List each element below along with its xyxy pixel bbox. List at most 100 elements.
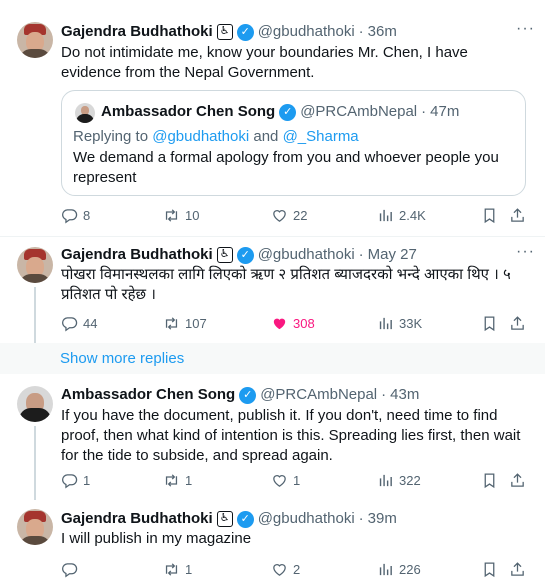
share-button[interactable] — [509, 470, 526, 490]
quoted-header: Ambassador Chen Song ✓ @PRCAmbNepal · 47… — [101, 103, 460, 121]
thread-line — [34, 287, 36, 343]
replying-to: Replying to @gbudhathoki and @_Sharma — [73, 128, 359, 145]
share-icon — [509, 315, 526, 332]
reply-button[interactable]: 44 — [61, 313, 97, 333]
bookmark-icon — [481, 472, 498, 489]
views-button[interactable]: 322 — [377, 470, 421, 490]
tweet-4[interactable]: Gajendra Budhathoki ♿ ✓ @gbudhathoki · 3… — [0, 500, 545, 581]
verified-badge-icon: ✓ — [239, 386, 257, 404]
share-button[interactable] — [509, 559, 526, 579]
views-icon — [377, 207, 394, 224]
quoted-author-name: Ambassador Chen Song — [101, 103, 276, 120]
avatar[interactable] — [17, 386, 53, 422]
share-button[interactable] — [509, 205, 526, 225]
thread-line — [34, 426, 36, 500]
tweet-text: पोखरा विमानस्थलका लागि लिएको ऋण २ प्रतिश… — [61, 266, 511, 303]
avatar[interactable] — [17, 509, 53, 545]
heart-filled-icon — [271, 315, 288, 332]
repost-button[interactable]: 1 — [163, 559, 192, 579]
share-icon — [509, 207, 526, 224]
bookmark-icon — [481, 315, 498, 332]
tweet-1[interactable]: Gajendra Budhathoki ♿ ✓ @gbudhathoki · 3… — [0, 0, 545, 240]
tweet-header: Ambassador Chen Song ✓ @PRCAmbNepal · 43… — [61, 385, 420, 405]
author-handle[interactable]: @gbudhathoki — [258, 22, 355, 42]
tweet-3[interactable]: Ambassador Chen Song ✓ @PRCAmbNepal · 43… — [0, 374, 545, 500]
tweet-header: Gajendra Budhathoki ♿ ✓ @gbudhathoki · M… — [61, 245, 417, 265]
verified-badge-icon: ✓ — [236, 246, 254, 264]
like-button[interactable]: 308 — [271, 313, 315, 333]
show-more-replies-button[interactable]: Show more replies — [0, 343, 545, 374]
verified-badge-icon: ✓ — [236, 510, 254, 528]
wheelchair-accessibility-icon: ♿ — [216, 511, 233, 527]
quoted-author-handle: @PRCAmbNepal — [300, 103, 418, 120]
views-button[interactable]: 2.4K — [377, 205, 426, 225]
views-icon — [377, 315, 394, 332]
bookmark-button[interactable] — [481, 205, 498, 225]
mention-link[interactable]: @gbudhathoki — [152, 128, 249, 145]
more-options-icon[interactable]: ··· — [516, 20, 535, 38]
like-button[interactable]: 1 — [271, 470, 300, 490]
author-handle[interactable]: @PRCAmbNepal — [260, 385, 377, 405]
author-name[interactable]: Gajendra Budhathoki — [61, 22, 213, 42]
share-icon — [509, 472, 526, 489]
heart-icon — [271, 472, 288, 489]
share-icon — [509, 561, 526, 578]
reply-icon — [61, 207, 78, 224]
author-handle[interactable]: @gbudhathoki — [258, 245, 355, 265]
more-options-icon[interactable]: ··· — [516, 243, 535, 261]
action-bar: 1 2 226 — [61, 559, 531, 579]
share-button[interactable] — [509, 313, 526, 333]
reply-button[interactable]: 8 — [61, 205, 90, 225]
like-button[interactable]: 22 — [271, 205, 307, 225]
avatar[interactable] — [17, 22, 53, 58]
bookmark-button[interactable] — [481, 313, 498, 333]
bookmark-button[interactable] — [481, 559, 498, 579]
mention-link[interactable]: @_Sharma — [283, 128, 359, 145]
tweet-header: Gajendra Budhathoki ♿ ✓ @gbudhathoki · 3… — [61, 509, 397, 529]
heart-icon — [271, 207, 288, 224]
author-handle[interactable]: @gbudhathoki — [258, 509, 355, 529]
tweet-text: I will publish in my magazine — [61, 530, 252, 547]
author-name[interactable]: Gajendra Budhathoki — [61, 245, 213, 265]
reply-icon — [61, 315, 78, 332]
repost-icon — [163, 315, 180, 332]
quoted-text: We demand a formal apology from you and … — [73, 149, 499, 186]
views-button[interactable]: 226 — [377, 559, 421, 579]
tweet-2[interactable]: Gajendra Budhathoki ♿ ✓ @gbudhathoki · M… — [0, 237, 545, 343]
repost-icon — [163, 207, 180, 224]
reply-icon — [61, 561, 78, 578]
reply-button[interactable] — [61, 559, 83, 579]
repost-button[interactable]: 1 — [163, 470, 192, 490]
wheelchair-accessibility-icon: ♿ — [216, 247, 233, 263]
quoted-avatar — [75, 103, 95, 123]
timestamp[interactable]: 36m — [368, 22, 397, 42]
repost-icon — [163, 561, 180, 578]
bookmark-button[interactable] — [481, 470, 498, 490]
tweet-text: If you have the document, publish it. If… — [61, 407, 521, 464]
tweet-text: Do not intimidate me, know your boundari… — [61, 44, 468, 81]
verified-badge-icon: ✓ — [279, 103, 297, 121]
timestamp[interactable]: May 27 — [368, 245, 417, 265]
author-name[interactable]: Ambassador Chen Song — [61, 385, 235, 405]
repost-button[interactable]: 107 — [163, 313, 207, 333]
quoted-tweet[interactable]: Ambassador Chen Song ✓ @PRCAmbNepal · 47… — [61, 90, 526, 196]
action-bar: 1 1 1 322 — [61, 470, 531, 490]
bookmark-icon — [481, 207, 498, 224]
reply-icon — [61, 472, 78, 489]
views-icon — [377, 472, 394, 489]
avatar[interactable] — [17, 247, 53, 283]
reply-button[interactable]: 1 — [61, 470, 90, 490]
repost-icon — [163, 472, 180, 489]
heart-icon — [271, 561, 288, 578]
views-button[interactable]: 33K — [377, 313, 422, 333]
like-button[interactable]: 2 — [271, 559, 300, 579]
timestamp[interactable]: 39m — [368, 509, 397, 529]
views-icon — [377, 561, 394, 578]
author-name[interactable]: Gajendra Budhathoki — [61, 509, 213, 529]
wheelchair-accessibility-icon: ♿ — [216, 24, 233, 40]
timestamp[interactable]: 43m — [390, 385, 419, 405]
action-bar: 8 10 22 2.4K — [61, 205, 531, 225]
verified-badge-icon: ✓ — [236, 23, 254, 41]
action-bar: 44 107 308 33K — [61, 313, 531, 333]
repost-button[interactable]: 10 — [163, 205, 199, 225]
